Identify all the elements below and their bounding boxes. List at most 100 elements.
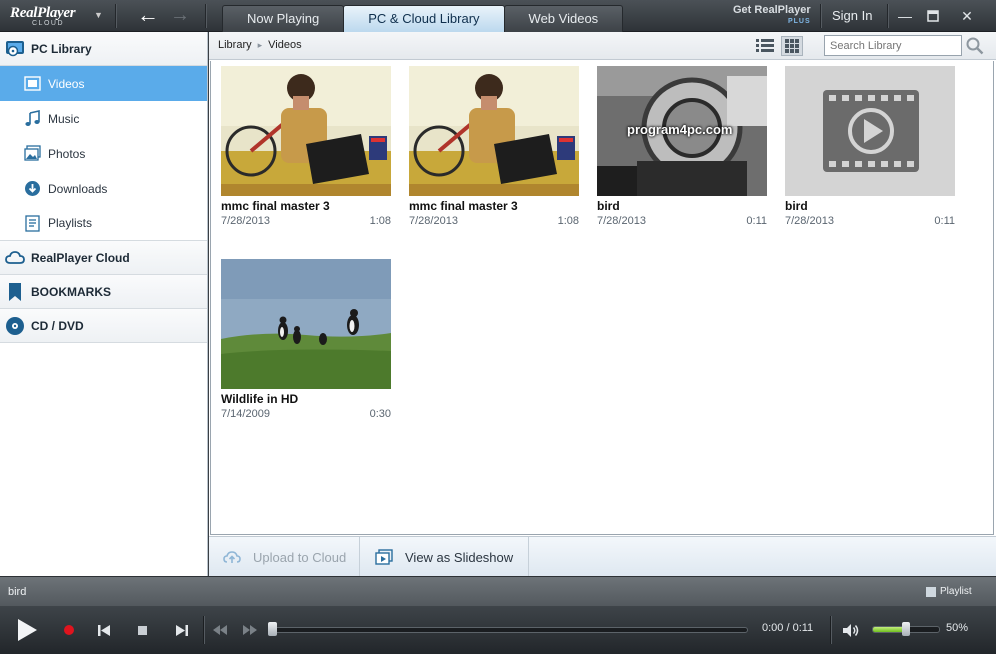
view-as-slideshow-button[interactable]: View as Slideshow (360, 537, 529, 577)
sidebar-section-label: PC Library (31, 41, 92, 56)
realplayer-window: RealPlayer CLOUD ▼ ← → Now Playing PC & … (0, 0, 996, 654)
video-title[interactable]: mmc final master 3 (409, 199, 518, 213)
divider (830, 616, 831, 644)
photos-icon (24, 145, 41, 161)
video-card[interactable]: Wildlife in HD 7/14/2009 0:30 (221, 259, 391, 439)
title-bar: RealPlayer CLOUD ▼ ← → Now Playing PC & … (0, 0, 996, 32)
sidebar-item-music[interactable]: Music (0, 101, 207, 136)
sidebar-section-realplayer-cloud[interactable]: RealPlayer Cloud (0, 241, 207, 275)
video-grid: mmc final master 3 7/28/2013 1:08 mmc fi… (210, 61, 994, 535)
tab-now-playing[interactable]: Now Playing (222, 5, 345, 32)
now-playing-title: bird (8, 586, 27, 598)
get-plus-text: Get RealPlayer (733, 4, 811, 16)
video-thumbnail[interactable] (221, 66, 391, 196)
time-readout: 0:00 / 0:11 (762, 622, 814, 634)
video-duration: 0:30 (369, 408, 391, 420)
back-arrow-icon[interactable]: ← (136, 4, 160, 28)
sidebar-section-pc-library[interactable]: PC Library (0, 32, 207, 66)
play-icon[interactable] (16, 618, 38, 642)
video-card[interactable]: bird 7/28/2013 0:11 (785, 66, 955, 246)
divider (887, 4, 888, 28)
sidebar-section-label: BOOKMARKS (31, 284, 111, 299)
fast-forward-icon[interactable] (243, 625, 257, 635)
video-title[interactable]: Wildlife in HD (221, 392, 298, 406)
divider (820, 4, 821, 28)
playlist-toggle-button[interactable]: Playlist (926, 586, 972, 597)
search-library-input[interactable] (824, 35, 962, 56)
video-card[interactable]: mmc final master 3 7/28/2013 1:08 (409, 66, 579, 246)
sidebar-item-label: Music (48, 111, 80, 126)
main-tabs: Now Playing PC & Cloud Library Web Video… (222, 5, 624, 32)
breadcrumb-videos[interactable]: Videos (268, 39, 301, 51)
video-date: 7/28/2013 (597, 215, 646, 227)
volume-handle[interactable] (902, 622, 910, 636)
sidebar-item-photos[interactable]: Photos (0, 136, 207, 171)
video-date: 7/14/2009 (221, 408, 270, 420)
sidebar-item-label: Downloads (48, 181, 108, 196)
video-date: 7/28/2013 (221, 215, 270, 227)
tab-web-videos[interactable]: Web Videos (503, 5, 624, 32)
video-placeholder-icon (785, 66, 955, 196)
pc-library-icon (6, 41, 24, 57)
close-icon[interactable]: ✕ (956, 6, 978, 26)
video-card[interactable]: mmc final master 3 7/28/2013 1:08 (221, 66, 391, 246)
record-icon[interactable] (63, 624, 75, 636)
upload-to-cloud-label: Upload to Cloud (253, 549, 347, 565)
sidebar-item-playlists[interactable]: Playlists (0, 206, 207, 241)
stop-icon[interactable] (137, 625, 148, 636)
plus-text: PLUS (787, 18, 811, 25)
sidebar-section-cd-dvd[interactable]: CD / DVD (0, 309, 207, 343)
video-title[interactable]: bird (785, 199, 808, 213)
video-thumbnail[interactable]: program4pc.com (597, 66, 767, 196)
previous-track-icon[interactable] (97, 624, 111, 637)
upload-to-cloud-button[interactable]: Upload to Cloud (209, 537, 360, 577)
forward-arrow-icon[interactable]: → (168, 4, 192, 28)
sidebar-item-downloads[interactable]: Downloads (0, 171, 207, 206)
search-icon[interactable] (966, 37, 984, 55)
seek-handle[interactable] (268, 622, 277, 636)
sign-in-button[interactable]: Sign In (832, 8, 872, 23)
sidebar-section-label: RealPlayer Cloud (31, 250, 130, 265)
video-card[interactable]: program4pc.com bird 7/28/2013 0:11 (597, 66, 767, 246)
watermark-text: program4pc.com (627, 122, 733, 137)
video-duration: 0:11 (746, 215, 767, 227)
playlist-label: Playlist (940, 586, 972, 597)
list-view-icon[interactable] (756, 38, 774, 54)
maximize-icon[interactable] (922, 6, 944, 26)
next-track-icon[interactable] (175, 624, 189, 637)
sidebar-item-label: Videos (48, 76, 85, 91)
minimize-icon[interactable]: — (894, 6, 916, 26)
volume-icon[interactable] (842, 623, 859, 638)
sidebar: PC Library Videos Music Photos Downloads… (0, 32, 208, 576)
playlist-icon (25, 215, 40, 232)
sidebar-item-videos[interactable]: Videos (0, 66, 207, 101)
library-action-bar: Upload to Cloud View as Slideshow (209, 536, 996, 577)
bookmark-icon (9, 283, 21, 301)
tab-pc-cloud-library[interactable]: PC & Cloud Library (343, 5, 505, 32)
divider (203, 616, 204, 644)
get-realplayer-plus-link[interactable]: Get RealPlayer PLUS (733, 5, 811, 27)
view-as-slideshow-label: View as Slideshow (405, 549, 514, 565)
sidebar-section-bookmarks[interactable]: BOOKMARKS (0, 275, 207, 309)
video-thumbnail[interactable] (221, 259, 391, 389)
realplayer-logo-menu[interactable]: RealPlayer CLOUD ▼ (8, 5, 104, 27)
video-date: 7/28/2013 (409, 215, 458, 227)
sidebar-section-label: CD / DVD (31, 318, 84, 333)
sidebar-item-label: Playlists (48, 216, 93, 230)
video-title[interactable]: mmc final master 3 (221, 199, 330, 213)
rewind-icon[interactable] (213, 625, 227, 635)
breadcrumb-separator-icon: ▸ (257, 40, 263, 50)
grid-view-icon[interactable] (781, 36, 803, 56)
download-icon (25, 181, 40, 196)
chevron-down-icon: ▼ (94, 10, 103, 20)
library-toolbar: Library ▸ Videos (209, 32, 996, 60)
music-note-icon (25, 110, 40, 126)
video-thumbnail[interactable] (409, 66, 579, 196)
slideshow-icon (375, 549, 393, 565)
breadcrumb-library[interactable]: Library (218, 39, 252, 51)
video-thumbnail[interactable] (785, 66, 955, 196)
divider (205, 4, 206, 28)
sidebar-item-label: Photos (48, 146, 86, 161)
video-title[interactable]: bird (597, 199, 620, 213)
seek-bar[interactable] (270, 627, 748, 633)
